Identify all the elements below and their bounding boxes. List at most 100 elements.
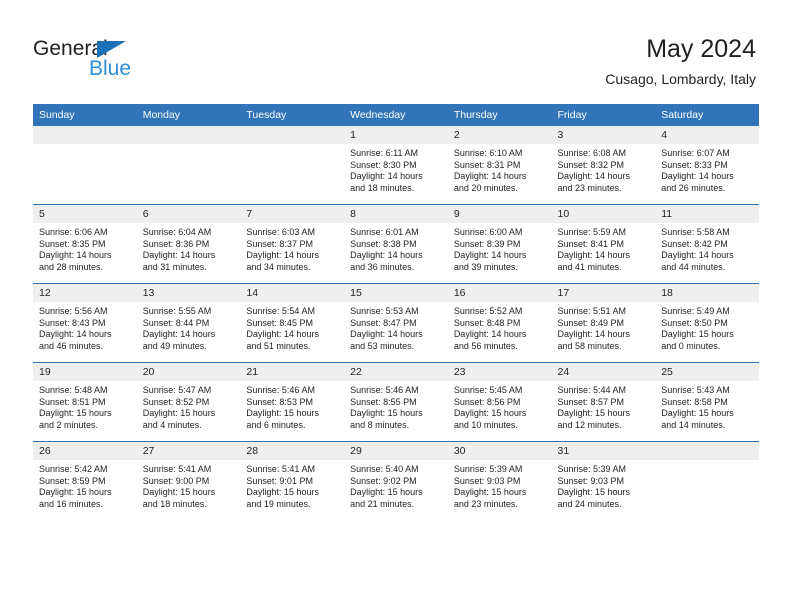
day-sun-info: Sunrise: 6:11 AM Sunset: 8:30 PM Daylight:… [344, 144, 448, 194]
calendar-day-cell[interactable]: 16 Sunrise: 5:52 AM Sunset: 8:48 PM Dayligh… [447, 283, 552, 363]
calendar-day-cell[interactable]: 18 Sunrise: 5:49 AM Sunset: 8:50 PM Dayligh… [655, 283, 759, 363]
calendar-day-cell[interactable]: 20 Sunrise: 5:47 AM Sunset: 8:52 PM Dayligh… [136, 362, 241, 442]
daylight-text-line2: and 39 minutes. [453, 261, 518, 272]
calendar-day-cell[interactable]: 11 Sunrise: 5:58 AM Sunset: 8:42 PM Dayligh… [655, 204, 759, 284]
sunrise-text: Sunrise: 5:45 AM [453, 385, 523, 395]
sunset-text: Sunset: 9:01 PM [246, 475, 313, 486]
page-title: May 2024 [646, 35, 756, 63]
daylight-text-line2: and 18 minutes. [142, 498, 207, 509]
daylight-text-line2: and 2 minutes. [39, 419, 99, 430]
sunset-text: Sunset: 8:31 PM [453, 159, 521, 170]
sunrise-text: Sunrise: 6:06 AM [39, 227, 108, 237]
general-blue-logo[interactable]: General Blue [33, 38, 233, 84]
daylight-text-line1: Daylight: 15 hours [350, 408, 423, 419]
daylight-text-line2: and 24 minutes. [557, 498, 622, 509]
day-number: 24 [551, 363, 656, 381]
day-number: 30 [447, 442, 552, 460]
calendar-day-cell[interactable]: 22 Sunrise: 5:46 AM Sunset: 8:55 PM Dayligh… [344, 362, 448, 442]
calendar-day-cell[interactable]: 14 Sunrise: 5:54 AM Sunset: 8:45 PM Dayligh… [240, 283, 345, 363]
calendar-body: 1 Sunrise: 6:11 AM Sunset: 8:30 PM Daylight… [33, 126, 759, 520]
daylight-text-line1: Daylight: 14 hours [557, 171, 631, 182]
sunrise-text: Sunrise: 5:48 AM [39, 385, 108, 395]
day-number: 31 [551, 442, 656, 460]
sunrise-text: Sunrise: 6:08 AM [557, 148, 627, 158]
daylight-text-line2: and 0 minutes. [661, 340, 721, 351]
daylight-text-line1: Daylight: 14 hours [246, 329, 319, 340]
day-sun-info: Sunrise: 5:51 AM Sunset: 8:49 PM Daylight:… [552, 302, 656, 352]
day-number [240, 126, 345, 144]
sunset-text: Sunset: 8:43 PM [39, 317, 106, 328]
calendar-day-cell[interactable]: 28 Sunrise: 5:41 AM Sunset: 9:01 PM Dayligh… [240, 441, 345, 520]
sunrise-text: Sunrise: 6:07 AM [661, 148, 730, 158]
calendar-day-cell[interactable]: 24 Sunrise: 5:44 AM Sunset: 8:57 PM Dayligh… [551, 362, 656, 442]
calendar-day-cell[interactable]: 29 Sunrise: 5:40 AM Sunset: 9:02 PM Dayligh… [344, 441, 448, 520]
daylight-text-line2: and 31 minutes. [142, 261, 207, 272]
day-number [136, 126, 241, 144]
day-sun-info: Sunrise: 5:46 AM Sunset: 8:53 PM Daylight:… [240, 381, 344, 431]
sunset-text: Sunset: 8:57 PM [557, 396, 625, 407]
day-number: 8 [344, 205, 448, 223]
sunrise-text: Sunrise: 6:10 AM [453, 148, 523, 158]
calendar-day-cell[interactable]: 15 Sunrise: 5:53 AM Sunset: 8:47 PM Dayligh… [344, 283, 448, 363]
daylight-text-line2: and 16 minutes. [39, 498, 104, 509]
daylight-text-line1: Daylight: 15 hours [142, 408, 216, 419]
sunrise-text: Sunrise: 6:03 AM [246, 227, 315, 237]
day-sun-info: Sunrise: 6:04 AM Sunset: 8:36 PM Daylight:… [137, 223, 241, 273]
day-sun-info: Sunrise: 5:55 AM Sunset: 8:44 PM Daylight:… [137, 302, 241, 352]
daylight-text-line1: Daylight: 14 hours [350, 329, 423, 340]
day-number: 9 [447, 205, 552, 223]
daylight-text-line2: and 46 minutes. [39, 340, 104, 351]
sunrise-text: Sunrise: 6:01 AM [350, 227, 419, 237]
calendar-day-cell[interactable]: 31 Sunrise: 5:39 AM Sunset: 9:03 PM Dayligh… [551, 441, 656, 520]
sunset-text: Sunset: 8:47 PM [350, 317, 417, 328]
calendar-day-cell[interactable]: 10 Sunrise: 5:59 AM Sunset: 8:41 PM Dayligh… [551, 204, 656, 284]
daylight-text-line1: Daylight: 14 hours [453, 250, 527, 261]
daylight-text-line1: Daylight: 15 hours [39, 487, 112, 498]
daylight-text-line1: Daylight: 14 hours [350, 171, 423, 182]
daylight-text-line1: Daylight: 14 hours [557, 329, 631, 340]
sunset-text: Sunset: 8:33 PM [661, 159, 728, 170]
calendar-day-cell[interactable]: 7 Sunrise: 6:03 AM Sunset: 8:37 PM Daylight… [240, 204, 345, 284]
sunset-text: Sunset: 8:58 PM [661, 396, 728, 407]
calendar-day-cell[interactable]: 6 Sunrise: 6:04 AM Sunset: 8:36 PM Daylight… [136, 204, 241, 284]
daylight-text-line2: and 6 minutes. [246, 419, 306, 430]
sunrise-text: Sunrise: 5:54 AM [246, 306, 315, 316]
calendar-day-cell[interactable]: 30 Sunrise: 5:39 AM Sunset: 9:03 PM Dayligh… [447, 441, 552, 520]
sunset-text: Sunset: 8:36 PM [142, 238, 210, 249]
calendar-day-cell[interactable]: 25 Sunrise: 5:43 AM Sunset: 8:58 PM Dayligh… [655, 362, 759, 442]
calendar-day-cell[interactable]: 3 Sunrise: 6:08 AM Sunset: 8:32 PM Daylight… [551, 126, 656, 205]
calendar-day-cell[interactable]: 4 Sunrise: 6:07 AM Sunset: 8:33 PM Daylight… [655, 126, 759, 205]
calendar-day-cell[interactable]: 17 Sunrise: 5:51 AM Sunset: 8:49 PM Dayligh… [551, 283, 656, 363]
day-sun-info: Sunrise: 5:44 AM Sunset: 8:57 PM Daylight:… [552, 381, 656, 431]
daylight-text-line1: Daylight: 14 hours [350, 250, 423, 261]
sunset-text: Sunset: 9:00 PM [142, 475, 210, 486]
calendar-day-cell[interactable]: 27 Sunrise: 5:41 AM Sunset: 9:00 PM Dayligh… [136, 441, 241, 520]
calendar-day-cell[interactable]: 26 Sunrise: 5:42 AM Sunset: 8:59 PM Dayligh… [33, 441, 137, 520]
day-sun-info: Sunrise: 6:00 AM Sunset: 8:39 PM Daylight:… [448, 223, 552, 273]
calendar-day-cell[interactable]: 21 Sunrise: 5:46 AM Sunset: 8:53 PM Dayligh… [240, 362, 345, 442]
triangle-icon [97, 41, 126, 58]
sunset-text: Sunset: 8:48 PM [453, 317, 521, 328]
daylight-text-line2: and 41 minutes. [557, 261, 622, 272]
calendar-day-cell[interactable]: 12 Sunrise: 5:56 AM Sunset: 8:43 PM Dayligh… [33, 283, 137, 363]
sunset-text: Sunset: 8:35 PM [39, 238, 106, 249]
daylight-text-line1: Daylight: 14 hours [142, 329, 216, 340]
sunset-text: Sunset: 8:51 PM [39, 396, 106, 407]
calendar-day-cell[interactable]: 19 Sunrise: 5:48 AM Sunset: 8:51 PM Dayligh… [33, 362, 137, 442]
sunset-text: Sunset: 9:02 PM [350, 475, 417, 486]
calendar-day-cell[interactable]: 2 Sunrise: 6:10 AM Sunset: 8:31 PM Daylight… [447, 126, 552, 205]
daylight-text-line2: and 4 minutes. [142, 419, 202, 430]
calendar-week-row: 5 Sunrise: 6:06 AM Sunset: 8:35 PM Daylight… [33, 204, 759, 284]
sunrise-text: Sunrise: 5:44 AM [557, 385, 627, 395]
calendar-day-cell[interactable]: 13 Sunrise: 5:55 AM Sunset: 8:44 PM Dayligh… [136, 283, 241, 363]
day-number: 23 [447, 363, 552, 381]
daylight-text-line1: Daylight: 15 hours [246, 408, 319, 419]
sunrise-text: Sunrise: 5:47 AM [142, 385, 212, 395]
calendar-day-cell[interactable]: 9 Sunrise: 6:00 AM Sunset: 8:39 PM Daylight… [447, 204, 552, 284]
calendar-day-cell[interactable]: 5 Sunrise: 6:06 AM Sunset: 8:35 PM Daylight… [33, 204, 137, 284]
calendar-day-cell[interactable]: 8 Sunrise: 6:01 AM Sunset: 8:38 PM Daylight… [344, 204, 448, 284]
sunrise-text: Sunrise: 5:52 AM [453, 306, 523, 316]
day-number: 2 [447, 126, 552, 144]
calendar-day-cell[interactable]: 23 Sunrise: 5:45 AM Sunset: 8:56 PM Dayligh… [447, 362, 552, 442]
calendar-day-cell[interactable]: 1 Sunrise: 6:11 AM Sunset: 8:30 PM Daylight… [344, 126, 448, 205]
